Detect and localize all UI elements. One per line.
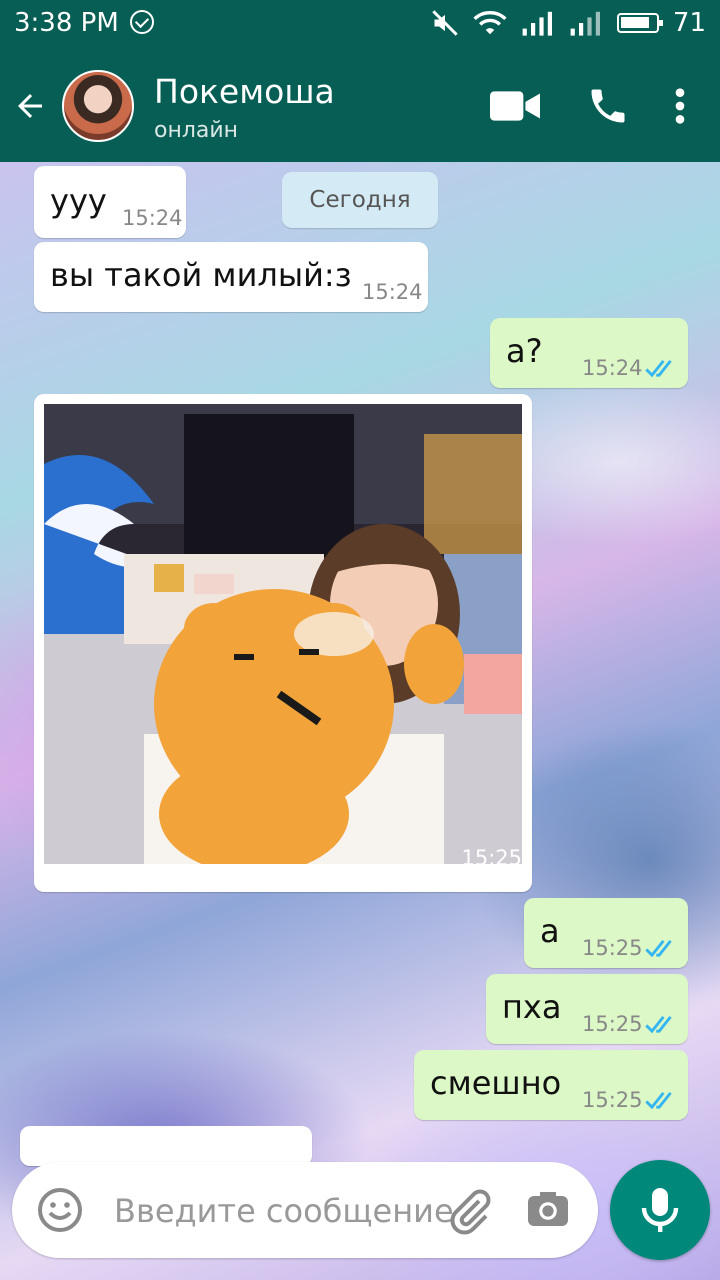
more-vert-icon[interactable] (664, 86, 696, 126)
mic-icon (641, 1188, 679, 1232)
message-text: смешно (430, 1064, 562, 1102)
message-incoming[interactable] (20, 1126, 312, 1166)
chat-area[interactable]: Сегодня ууу 15:24 вы такой милый:з 15:24… (0, 162, 720, 1280)
message-incoming[interactable]: вы такой милый:з 15:24 (34, 242, 428, 312)
read-ticks-icon (645, 1015, 672, 1034)
read-ticks-icon (645, 939, 672, 958)
phone-icon[interactable] (586, 84, 630, 128)
back-arrow-icon[interactable] (12, 88, 48, 124)
message-outgoing[interactable]: а? 15:24 (490, 318, 688, 388)
message-time: 15:24 (582, 356, 643, 380)
message-text: а? (506, 332, 543, 370)
photo-image (44, 404, 522, 864)
signal-icon (522, 11, 552, 36)
message-text: а (540, 912, 560, 950)
date-separator: Сегодня (282, 172, 438, 228)
message-text: ууу (50, 182, 107, 220)
message-outgoing[interactable]: смешно 15:25 (414, 1050, 688, 1120)
message-time: 15:25 (582, 936, 643, 960)
message-outgoing[interactable]: пха 15:25 (486, 974, 688, 1044)
signal-4g-icon (570, 11, 600, 36)
battery-level: 71 (672, 8, 706, 38)
message-time: 15:25 (582, 1012, 643, 1036)
emoji-icon[interactable] (36, 1186, 84, 1234)
message-time: 15:24 (362, 280, 423, 304)
message-text: пха (502, 988, 562, 1026)
message-time: 15:25 (461, 846, 522, 870)
attach-icon[interactable] (446, 1188, 494, 1236)
message-composer[interactable]: Введите сообщение (12, 1162, 598, 1258)
contact-status: онлайн (154, 118, 239, 143)
camera-icon[interactable] (524, 1186, 572, 1234)
photo[interactable] (44, 404, 522, 864)
sync-check-icon (130, 10, 154, 34)
read-ticks-icon (645, 359, 672, 378)
message-incoming[interactable]: ууу 15:24 (34, 166, 186, 238)
message-time: 15:24 (122, 206, 183, 230)
contact-name[interactable]: Покемоша (154, 72, 335, 111)
mute-icon (432, 10, 458, 36)
battery-icon (616, 13, 663, 33)
status-time: 3:38 PM (14, 8, 119, 38)
video-call-icon[interactable] (490, 88, 540, 124)
chat-header: Покемоша онлайн (0, 50, 720, 162)
message-input[interactable]: Введите сообщение (114, 1192, 454, 1230)
message-outgoing[interactable]: а 15:25 (524, 898, 688, 968)
status-bar: 3:38 PM 71 (0, 0, 720, 50)
message-time: 15:25 (582, 1088, 643, 1112)
mic-button[interactable] (610, 1160, 710, 1260)
read-ticks-icon (645, 1091, 672, 1110)
wifi-icon (473, 11, 507, 35)
message-text: вы такой милый:з (50, 256, 352, 294)
message-incoming-photo[interactable]: 15:25 (34, 394, 532, 892)
avatar[interactable] (62, 70, 134, 142)
